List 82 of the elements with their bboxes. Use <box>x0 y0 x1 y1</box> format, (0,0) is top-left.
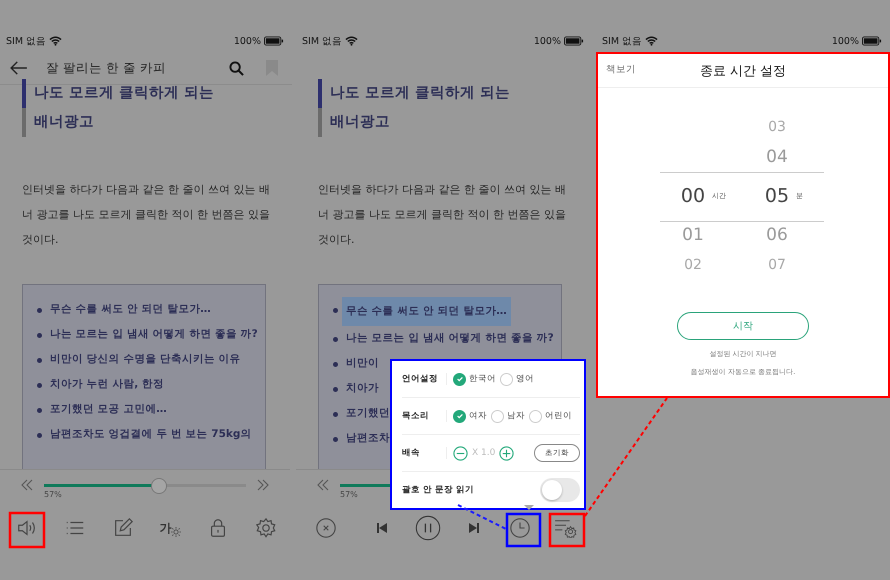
picker-value[interactable]: 05 <box>762 185 792 207</box>
double-chevron-left-icon[interactable] <box>316 478 330 492</box>
list-settings-icon <box>554 518 578 538</box>
carrier-label: SIM 없음 <box>602 34 642 48</box>
radio-option[interactable]: 한국어 <box>453 372 496 386</box>
previous-icon <box>376 522 388 534</box>
bullet-icon <box>37 358 42 363</box>
slider-handle[interactable] <box>151 478 168 494</box>
list-item: 비만이 <box>346 356 379 371</box>
clock-icon <box>509 517 531 539</box>
list-item: 나는 모르는 입 냄새 어떻게 하면 좋을 까? <box>50 327 258 342</box>
bullet-icon <box>37 408 42 413</box>
battery-percent: 100% <box>832 36 859 46</box>
minus-icon[interactable] <box>453 446 468 460</box>
chapter-heading: 배너광고 <box>318 108 592 137</box>
radio-option[interactable]: 여자 <box>453 410 487 422</box>
bullet-icon <box>333 387 338 392</box>
double-chevron-left-icon[interactable] <box>20 478 34 492</box>
list-item: 남편조차 <box>346 431 390 446</box>
list-item: 무슨 수를 써도 안 되던 탈모가… <box>50 302 211 317</box>
speed-value: X 1.0 <box>472 448 496 458</box>
plus-icon[interactable] <box>499 446 514 460</box>
toggle-switch[interactable] <box>540 478 580 502</box>
progress-percent: 57% <box>44 490 63 499</box>
picker-value[interactable]: 00 <box>678 185 708 207</box>
book-title: 잘 팔리는 한 줄 카피 <box>46 60 166 76</box>
bullet-icon <box>333 437 338 442</box>
battery-icon <box>564 36 584 46</box>
carrier-label: SIM 없음 <box>6 34 46 48</box>
progress-percent: 57% <box>340 490 359 499</box>
radio-option[interactable]: 남자 <box>491 410 525 422</box>
double-chevron-right-icon[interactable] <box>256 478 270 492</box>
body-paragraph: 인터넷을 하다가 다음과 같은 한 줄이 쓰여 있는 배너 광고를 나도 모르게 클릭한 적이 한 번쯤은 있을 것이다. <box>22 182 271 248</box>
bullet-icon <box>333 337 338 342</box>
chapter-heading: 배너광고 <box>22 108 292 137</box>
pause-icon <box>415 514 441 542</box>
carrier-label: SIM 없음 <box>302 34 342 48</box>
list-item: 비만이 당신의 수명을 단축시키는 이유 <box>50 352 241 367</box>
settings-icon <box>254 517 277 539</box>
battery-icon <box>862 36 882 46</box>
radio-option[interactable]: 어린이 <box>529 410 572 422</box>
setting-label: 목소리 <box>402 410 447 422</box>
wifi-icon <box>49 36 62 46</box>
list-item: 무슨 수를 써도 안 되던 탈모가… <box>342 297 511 326</box>
bullet-icon <box>37 383 42 388</box>
panel-title: 종료 시간 설정 <box>700 62 786 80</box>
bullet-icon <box>333 308 338 313</box>
bullet-icon <box>37 333 42 338</box>
battery-icon <box>264 36 284 46</box>
body-paragraph: 인터넷을 하다가 다음과 같은 한 줄이 쓰여 있는 배너 광고를 나도 모르게 클릭한 적이 한 번쯤은 있을 것이다. <box>318 182 567 248</box>
list-item: 치아가 <box>346 381 379 396</box>
highlight-frame <box>8 512 46 548</box>
highlight-frame <box>548 512 586 548</box>
wifi-icon <box>645 36 658 46</box>
battery-percent: 100% <box>234 36 261 46</box>
chapter-heading: 나도 모르게 클릭하게 되는 <box>318 79 592 108</box>
setting-label: 언어설정 <box>402 373 447 385</box>
sun-icon <box>171 526 182 536</box>
setting-label: 배속 <box>402 447 447 459</box>
wifi-icon <box>345 36 358 46</box>
back-arrow-icon[interactable] <box>10 61 28 75</box>
list-item: 포기했던 <box>346 406 390 421</box>
bullet-icon <box>37 433 42 438</box>
battery-percent: 100% <box>534 36 561 46</box>
radio-option[interactable]: 영어 <box>500 372 534 386</box>
next-icon <box>468 522 480 534</box>
chapter-heading: 나도 모르게 클릭하게 되는 <box>22 79 292 108</box>
highlight-frame <box>506 512 542 548</box>
back-link[interactable]: 책보기 <box>606 63 636 76</box>
list-item: 치아가 누런 사람, 한정 <box>50 377 164 392</box>
bullet-icon <box>37 308 42 313</box>
close-icon <box>315 517 337 539</box>
list-item: 포기했던 모공 고민에… <box>50 402 167 417</box>
font-button[interactable]: 가 <box>152 511 188 545</box>
search-icon[interactable] <box>229 60 244 76</box>
list-item: 나는 모르는 입 냄새 어떻게 하면 좋을 까? <box>346 331 554 346</box>
bullet-icon <box>333 412 338 417</box>
connector-line <box>458 504 508 531</box>
list-item: 남편조차도 엉겁결에 두 번 보는 75kg의 <box>50 427 252 442</box>
bullet-icon <box>333 362 338 367</box>
setting-label: 괄호 안 문장 읽기 <box>402 484 474 496</box>
start-button[interactable]: 시작 <box>677 312 809 340</box>
